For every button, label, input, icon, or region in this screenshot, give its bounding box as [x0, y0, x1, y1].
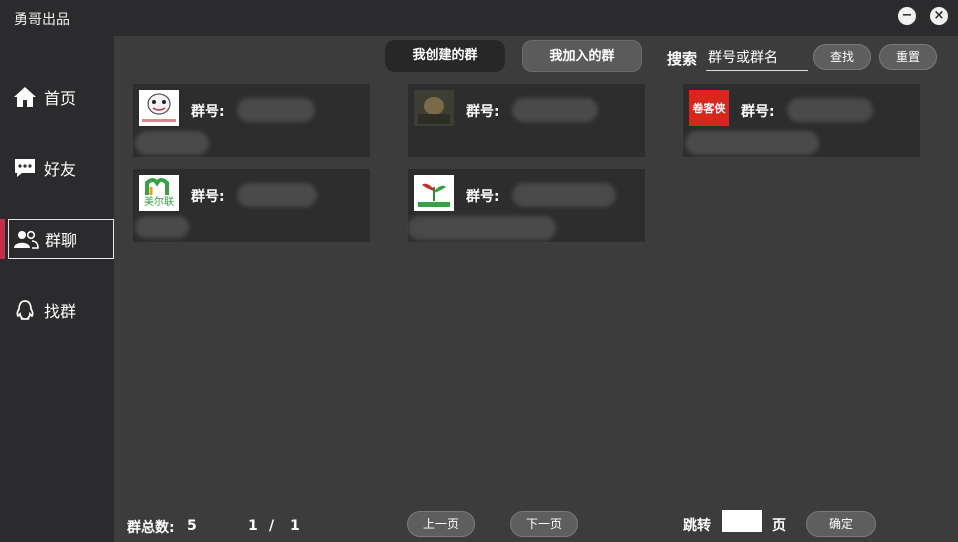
group-total-label: 群总数: [127, 520, 175, 536]
group-avatar [139, 90, 179, 126]
active-indicator [0, 219, 5, 259]
redacted-group-number [237, 183, 317, 207]
group-avatar: 美尔联 [139, 175, 179, 211]
confirm-button[interactable]: 确定 [806, 511, 876, 537]
jump-page-input[interactable] [722, 510, 762, 532]
page-unit-label: 页 [772, 518, 786, 534]
plant-logo-icon [418, 183, 450, 207]
page-total: 1 [290, 518, 300, 534]
avatar-logo-text: 美尔联 [144, 197, 174, 208]
redacted-group-name [408, 216, 556, 240]
home-icon [12, 86, 38, 108]
sidebar-item-find-group[interactable]: 找群 [8, 290, 114, 330]
group-card[interactable]: 卷客侠 群号: [683, 84, 920, 157]
group-number-label: 群号: [191, 189, 225, 205]
minimize-button[interactable]: − [898, 7, 916, 25]
group-card[interactable]: 美尔联 群号: [133, 169, 370, 242]
close-button[interactable]: × [930, 7, 948, 25]
sidebar-item-home[interactable]: 首页 [8, 77, 114, 117]
redacted-group-number [787, 98, 873, 122]
redacted-group-number [512, 183, 616, 207]
group-card[interactable]: 群号: [408, 169, 645, 242]
redacted-group-name [135, 216, 189, 238]
tab-joined-groups[interactable]: 我加入的群 [522, 40, 642, 72]
photo-icon [414, 90, 454, 126]
page-separator: / [269, 518, 275, 534]
sidebar-item-label: 首页 [44, 89, 77, 108]
find-button[interactable]: 查找 [813, 44, 871, 70]
jump-label: 跳转 [683, 518, 711, 534]
group-number-label: 群号: [466, 104, 500, 120]
green-logo-icon [145, 178, 169, 195]
qq-penguin-icon [12, 299, 38, 321]
sidebar-item-groups[interactable]: 群聊 [8, 219, 114, 259]
avatar-logo-text: 卷客侠 [692, 102, 726, 115]
group-number-label: 群号: [191, 104, 225, 120]
title-bar: 勇哥出品 − × [0, 0, 958, 36]
tab-created-groups[interactable]: 我创建的群 [385, 40, 505, 72]
search-input[interactable] [706, 46, 808, 71]
reset-button[interactable]: 重置 [879, 44, 937, 70]
redacted-group-name [685, 131, 819, 155]
group-card[interactable]: 群号: [408, 84, 645, 157]
chat-bubble-icon [12, 157, 38, 179]
prev-page-button[interactable]: 上一页 [407, 511, 475, 537]
redacted-group-number [512, 98, 598, 122]
window-title: 勇哥出品 [14, 12, 70, 28]
group-card[interactable]: 群号: [133, 84, 370, 157]
page-current: 1 [248, 518, 258, 534]
search-label: 搜索 [667, 50, 698, 68]
group-avatar: 卷客侠 [689, 90, 729, 126]
group-total-value: 5 [187, 518, 197, 534]
group-number-label: 群号: [466, 189, 500, 205]
group-avatar [414, 90, 454, 126]
sidebar-item-label: 好友 [44, 160, 77, 179]
redacted-group-number [237, 98, 315, 122]
meme-face-icon [142, 93, 176, 122]
group-avatar [414, 175, 454, 211]
group-icon [13, 228, 39, 250]
sidebar-item-label: 找群 [44, 302, 77, 321]
group-number-label: 群号: [741, 104, 775, 120]
sidebar-item-friends[interactable]: 好友 [8, 148, 114, 188]
next-page-button[interactable]: 下一页 [510, 511, 578, 537]
redacted-group-name [135, 131, 209, 155]
sidebar-item-label: 群聊 [45, 231, 78, 250]
